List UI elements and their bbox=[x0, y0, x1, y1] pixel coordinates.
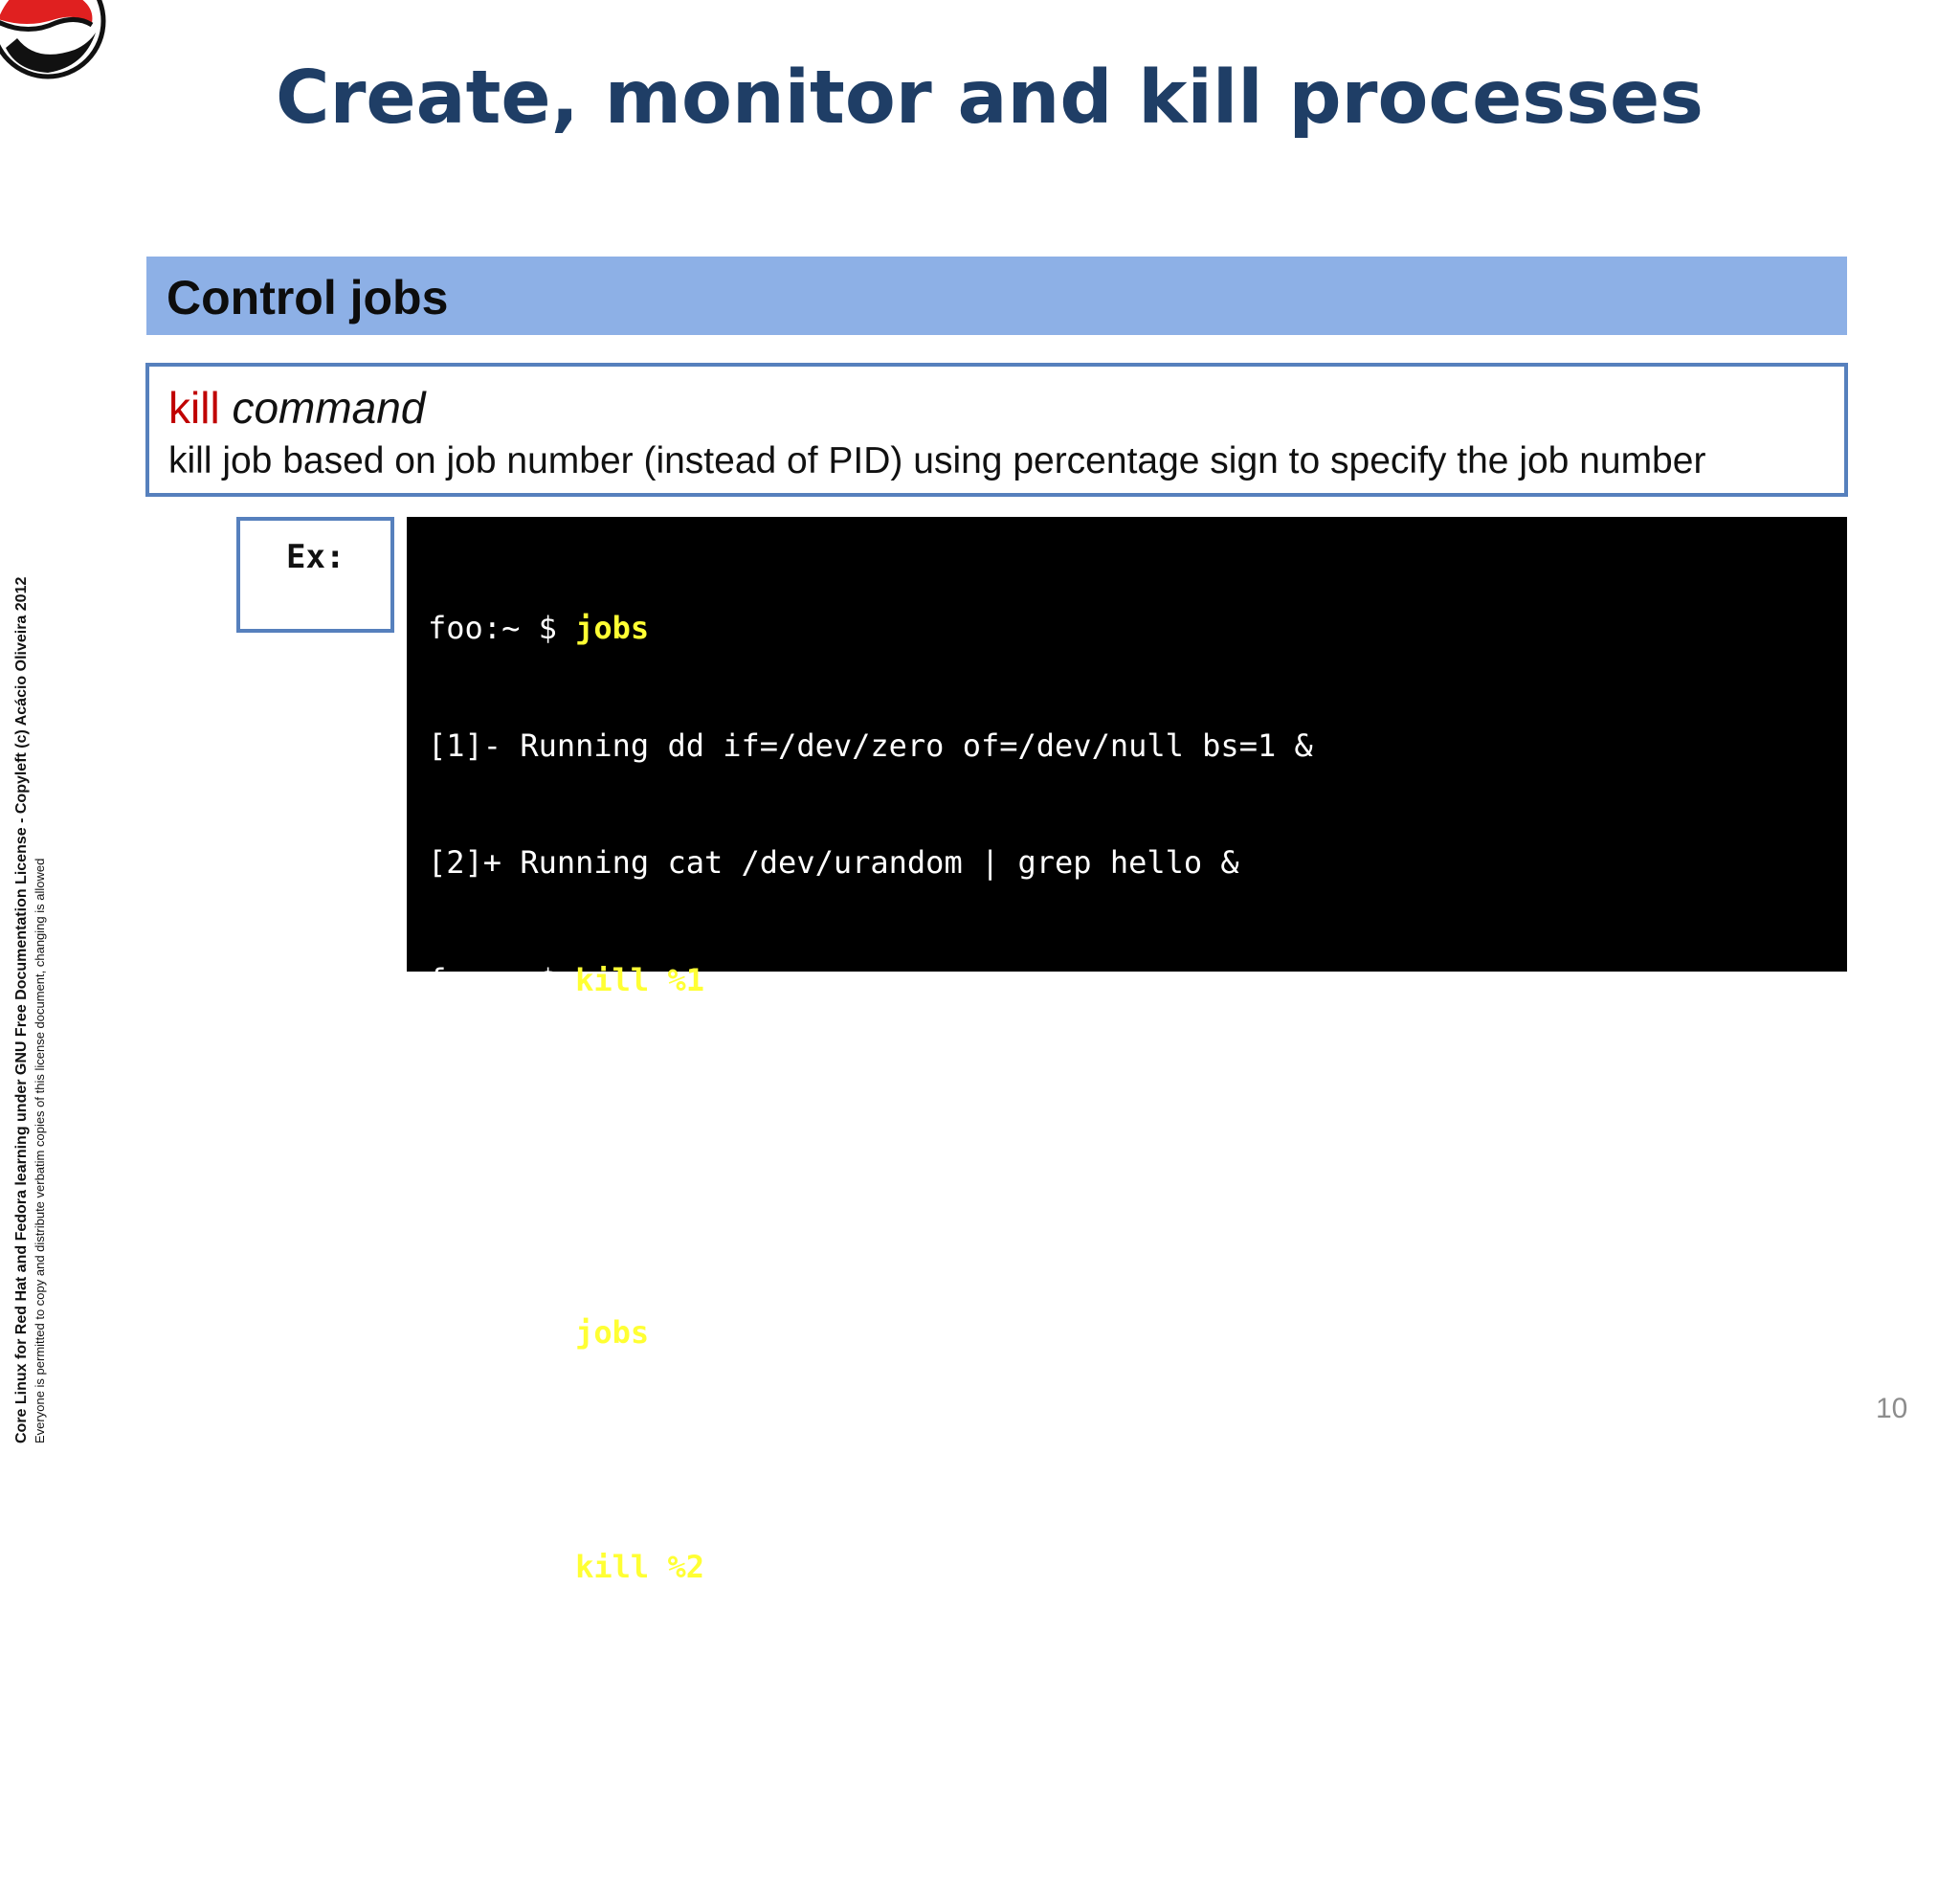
terminal-line: foo:~ $ kill %2 bbox=[428, 1548, 1331, 1587]
terminal-line: foo:~ $ bbox=[428, 1079, 1331, 1118]
terminal-command: kill %2 bbox=[575, 1549, 704, 1586]
definition-description: kill job based on job number (instead of… bbox=[168, 440, 1706, 481]
terminal-output: foo:~ $ jobs [1]- Running dd if=/dev/zer… bbox=[407, 517, 1847, 1821]
terminal-line: foo:~ $ jobs bbox=[428, 1313, 1331, 1353]
terminal-line: [2]+ Terminated cat /dev/urandom | grep … bbox=[428, 1783, 1331, 1823]
terminal-lines: foo:~ $ jobs [1]- Running dd if=/dev/zer… bbox=[428, 530, 1331, 1901]
terminal-text: [2]+ Running cat /dev/urandom | grep hel… bbox=[428, 1431, 1239, 1468]
terminal-line: foo:~ $ kill %1 bbox=[428, 961, 1331, 1000]
example-label-box: Ex: bbox=[236, 517, 394, 633]
terminal-line: foo:~ $ bbox=[428, 1666, 1331, 1705]
definition-title: kill command bbox=[168, 382, 425, 434]
example-label: Ex: bbox=[286, 538, 345, 576]
terminal-command: kill %1 bbox=[575, 961, 704, 998]
terminal-text: foo:~ $ bbox=[428, 1549, 576, 1586]
terminal-line: [2]+ Running cat /dev/urandom | grep hel… bbox=[428, 1431, 1331, 1470]
license-notice-line2: Everyone is permitted to copy and distri… bbox=[33, 858, 47, 1443]
terminal-command: jobs bbox=[575, 609, 650, 646]
license-notice: Core Linux for Red Hat and Fedora learni… bbox=[13, 486, 80, 1443]
terminal-line: [1]- Terminated dd if=/dev/zero of=/dev/… bbox=[428, 1196, 1331, 1235]
terminal-text: foo:~ $ bbox=[428, 1666, 557, 1704]
terminal-line: [1]- Running dd if=/dev/zero of=/dev/nul… bbox=[428, 727, 1331, 766]
terminal-text: foo:~ $ bbox=[428, 609, 576, 646]
terminal-text: [2]+ Terminated cat /dev/urandom | grep … bbox=[428, 1783, 1258, 1821]
license-notice-line1: Core Linux for Red Hat and Fedora learni… bbox=[13, 576, 30, 1443]
terminal-text: foo:~ $ bbox=[428, 1314, 576, 1352]
terminal-text: [2]+ Running cat /dev/urandom | grep hel… bbox=[428, 844, 1239, 882]
terminal-text: [1]- Running dd if=/dev/zero of=/dev/nul… bbox=[428, 727, 1313, 764]
keyword-suffix: command bbox=[219, 383, 426, 433]
terminal-text: foo:~ $ bbox=[428, 961, 576, 998]
terminal-text: [1]- Terminated dd if=/dev/zero of=/dev/… bbox=[428, 1197, 1332, 1234]
slide-title: Create, monitor and kill processes bbox=[275, 56, 1704, 141]
terminal-text: foo:~ $ bbox=[428, 1079, 557, 1116]
section-heading-bar: Control jobs bbox=[146, 257, 1847, 335]
section-heading: Control jobs bbox=[167, 271, 449, 324]
keyword: kill bbox=[168, 383, 220, 433]
terminal-line: [2]+ Running cat /dev/urandom | grep hel… bbox=[428, 843, 1331, 883]
terminal-line: foo:~ $ jobs bbox=[428, 609, 1331, 648]
definition-box: kill command kill job based on job numbe… bbox=[145, 363, 1848, 497]
terminal-command: jobs bbox=[575, 1314, 650, 1352]
page-number: 10 bbox=[1876, 1393, 1908, 1424]
